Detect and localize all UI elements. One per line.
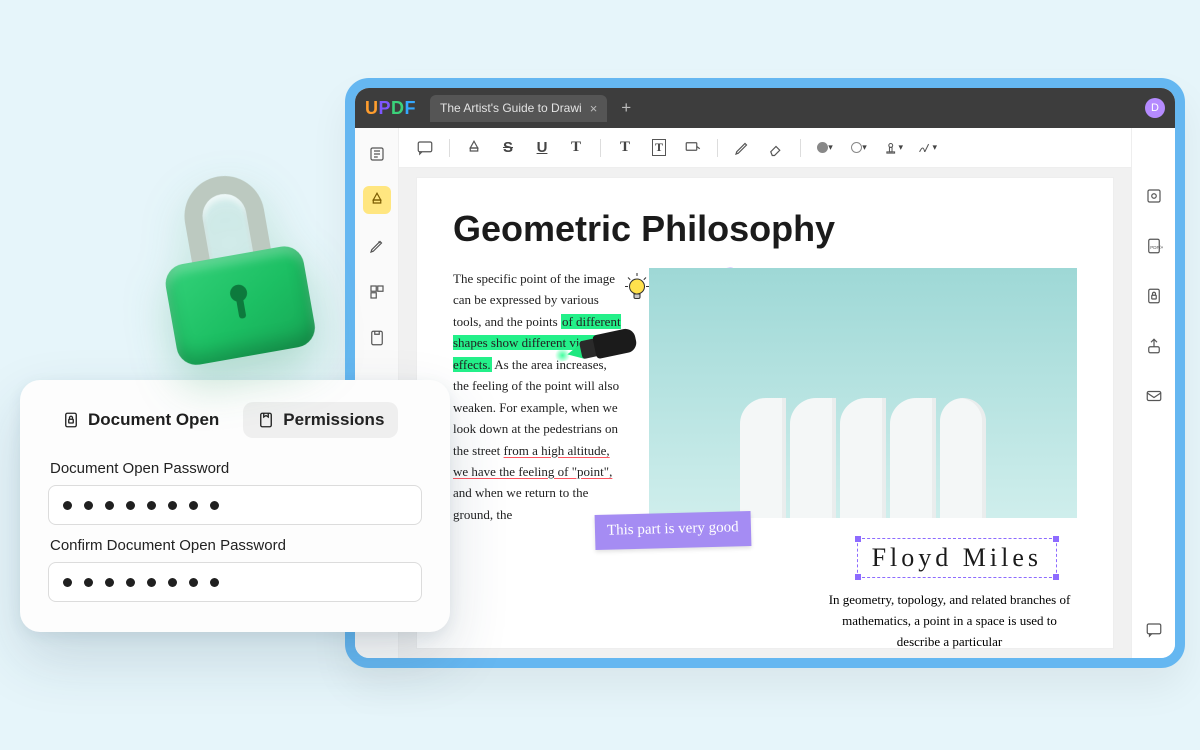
toolbar-separator [800,139,801,157]
document-page: Geometric Philosophy GOOD TRY The specif… [417,178,1113,648]
app-logo: UPDF [365,98,416,119]
titlebar: UPDF The Artist's Guide to Drawi × + D [355,88,1175,128]
organize-mode-button[interactable] [363,278,391,306]
squiggly-tool-icon[interactable]: T [566,138,586,158]
toolbar-separator [449,139,450,157]
protect-button[interactable] [1140,282,1168,310]
tools-mode-button[interactable] [363,324,391,352]
callout-tool-icon[interactable] [683,138,703,158]
document-tab[interactable]: The Artist's Guide to Drawi × [430,95,607,122]
page-heading: Geometric Philosophy [453,208,1077,250]
strikethrough-tool-icon[interactable]: S [498,138,518,158]
share-button[interactable] [1140,332,1168,360]
toolbar-separator [717,139,718,157]
document-tab-title: The Artist's Guide to Drawi [440,101,582,115]
comment-mode-button[interactable] [363,186,391,214]
tab-permissions[interactable]: Permissions [243,402,398,438]
textbox-tool-icon[interactable]: T [649,138,669,158]
app-window: UPDF The Artist's Guide to Drawi × + D S… [345,78,1185,668]
email-button[interactable] [1140,382,1168,410]
pdfa-button[interactable]: PDF/A [1140,232,1168,260]
new-tab-button[interactable]: + [621,98,631,118]
tab-document-open-label: Document Open [88,410,219,430]
ocr-button[interactable] [1140,182,1168,210]
comment-tool-icon[interactable] [415,138,435,158]
highlight-tool-icon[interactable] [464,138,484,158]
edit-mode-button[interactable] [363,232,391,260]
lightbulb-sticker-icon [622,270,652,306]
toolbar-separator [600,139,601,157]
confirm-password-label: Confirm Document Open Password [50,537,420,554]
signature-annotation[interactable]: Floyd Miles [857,538,1057,578]
padlock-3d-icon [145,163,326,376]
signature-tool-icon[interactable]: ▾ [917,138,937,158]
shape-fill-tool-icon[interactable]: ▾ [815,138,835,158]
underline-tool-icon[interactable]: U [532,138,552,158]
password-mask [63,501,219,510]
reader-mode-button[interactable] [363,140,391,168]
illustration-image: / / [649,268,1077,518]
user-avatar[interactable]: D [1145,98,1165,118]
security-settings-panel: Document Open Permissions Document Open … [20,380,450,632]
svg-text:PDF/A: PDF/A [1150,245,1163,250]
secondary-paragraph: In geometry, topology, and related branc… [822,590,1077,652]
pencil-tool-icon[interactable] [732,138,752,158]
tab-permissions-label: Permissions [283,410,384,430]
password-input[interactable] [48,485,422,525]
close-tab-icon[interactable]: × [590,101,598,116]
right-action-rail: PDF/A [1131,128,1175,658]
feedback-button[interactable] [1140,616,1168,644]
confirm-password-input[interactable] [48,562,422,602]
password-label: Document Open Password [50,460,420,477]
text-tool-icon[interactable]: T [615,138,635,158]
shape-outline-tool-icon[interactable]: ▾ [849,138,869,158]
confirm-password-mask [63,578,219,587]
annotation-toolbar: S U T T T ▾ ▾ ▾ ▾ [355,128,1175,168]
body-text-column: The specific point of the image can be e… [453,268,623,525]
eraser-tool-icon[interactable] [766,138,786,158]
document-viewport[interactable]: Geometric Philosophy GOOD TRY The specif… [399,168,1131,658]
sticky-note-annotation[interactable]: This part is very good [595,511,752,550]
tab-document-open[interactable]: Document Open [48,402,233,438]
stamp-tool-icon[interactable]: ▾ [883,138,903,158]
